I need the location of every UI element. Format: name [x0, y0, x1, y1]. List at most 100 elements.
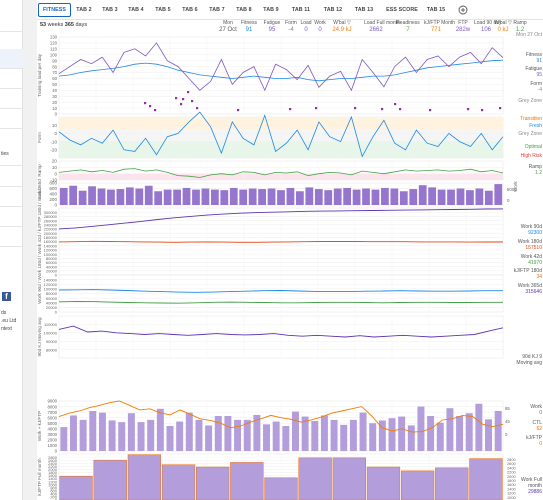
bar-load: [381, 187, 389, 205]
fatigue-value: 95: [536, 72, 542, 78]
bar-load: [371, 189, 380, 205]
bar-work: [147, 419, 155, 451]
kjftp-label: kJ/FTP: [526, 435, 542, 441]
bar-work: [349, 419, 357, 451]
gutter: [23, 0, 37, 500]
y-tick-label: 20: [52, 159, 58, 164]
sidebar-text: ds: [1, 310, 7, 316]
y-tick-label: 2000: [47, 438, 57, 443]
bar-work: [89, 411, 97, 451]
bar-work: [263, 424, 270, 451]
y-tick-label: 5000: [47, 421, 57, 426]
charts-canvas[interactable]: 0102030405060708090100110120130Training …: [37, 0, 543, 500]
date-label: Mon 27 Oct: [516, 32, 542, 38]
bar-load: [447, 189, 455, 205]
workfull-label: Work Full month: [520, 477, 542, 489]
bar-work-full-month: [196, 466, 230, 500]
right-tick-label: 0: [507, 198, 510, 203]
bar-load: [116, 189, 125, 205]
bar-load: [484, 190, 493, 205]
bar-work: [60, 427, 68, 451]
bar-work: [118, 422, 126, 451]
y-tick-label: 0: [55, 310, 58, 315]
bar-load: [399, 191, 408, 205]
bar-work: [195, 419, 203, 451]
y-tick-label: 20: [52, 100, 57, 105]
bar-load: [107, 189, 115, 205]
ramp-value: 1.2: [535, 170, 542, 176]
bar-work: [465, 413, 473, 451]
bar-load: [97, 188, 106, 205]
bar-load: [409, 189, 418, 205]
bar-load: [229, 187, 238, 205]
y-tick-label: 10: [52, 123, 58, 128]
bar-work: [446, 408, 454, 451]
y-tick-label: 300000: [44, 210, 58, 215]
bar-work: [320, 415, 328, 451]
y-tick-label: 200: [49, 197, 57, 202]
bar-load: [173, 189, 181, 205]
bar-work: [456, 416, 464, 451]
bar-work: [224, 416, 232, 451]
bar-work: [398, 416, 406, 451]
activity-marker: [149, 105, 152, 108]
bar-load: [248, 188, 257, 205]
sidebar-text[interactable]: ties: [1, 151, 23, 157]
y-tick-label: 600: [49, 186, 57, 191]
y-tick-label: 0: [54, 171, 57, 176]
bar-work-full-month: [59, 475, 93, 500]
y-tick-label: 80: [52, 64, 57, 69]
y-tick-label: 1000: [47, 443, 57, 448]
bar-load: [182, 187, 191, 205]
activity-marker: [499, 107, 502, 110]
bar-work-full-month: [469, 458, 503, 500]
work42-value: 41970: [528, 260, 542, 266]
sidebar-text: .eu Ltd: [1, 318, 17, 324]
bar-work-full-month: [161, 464, 196, 500]
y-tick-label: 110000: [44, 322, 58, 327]
bar-load: [428, 187, 437, 205]
bar-work: [79, 419, 87, 451]
work-value: 0: [539, 410, 542, 416]
right-tick-label: 1000: [507, 495, 516, 500]
bar-work: [234, 419, 242, 451]
bar-work: [98, 412, 106, 451]
y-tick-label: 8000: [47, 404, 57, 409]
bar-load: [296, 191, 304, 205]
divider: [0, 31, 23, 32]
sidebar-active-item[interactable]: [0, 49, 23, 68]
bar-load: [144, 185, 153, 205]
bar-work: [166, 426, 174, 451]
facebook-icon[interactable]: f: [2, 292, 11, 301]
bar-work: [108, 420, 116, 451]
divider: [0, 226, 23, 227]
grey-zone-label: Grey Zone: [518, 98, 542, 104]
bar-load: [192, 189, 200, 205]
fitness-panel: FITNESS TAB 2 TAB 3 TAB 4 TAB 5 TAB 6 TA…: [37, 0, 543, 500]
bar-work: [156, 408, 164, 451]
y-tick-label: 100000: [44, 331, 58, 336]
transition-label: Transition: [520, 116, 542, 122]
bar-load: [466, 190, 474, 205]
work180-value: 157510: [525, 245, 542, 251]
y-tick-label: 40: [52, 88, 57, 93]
bar-load: [418, 185, 427, 205]
y-tick-label: 60000: [46, 296, 58, 301]
activity-marker: [187, 91, 190, 94]
bar-work-full-month: [366, 466, 401, 500]
bar-work: [436, 422, 444, 451]
activity-marker: [180, 103, 183, 106]
bar-load: [333, 188, 342, 205]
kjftp180-value: 34: [536, 274, 542, 280]
bar-work: [494, 411, 502, 451]
y-tick-label: 20000: [46, 305, 58, 310]
y-tick-label: -20: [50, 148, 57, 153]
bar-load: [59, 187, 68, 205]
y-tick-label: 120: [50, 41, 58, 46]
bar-work: [388, 418, 396, 451]
form-value: -4: [537, 87, 542, 93]
bar-load: [494, 184, 503, 205]
divider: [0, 186, 23, 187]
bar-load: [324, 190, 333, 205]
y-axis-title: 90d KJ Moving avg: [37, 317, 42, 357]
